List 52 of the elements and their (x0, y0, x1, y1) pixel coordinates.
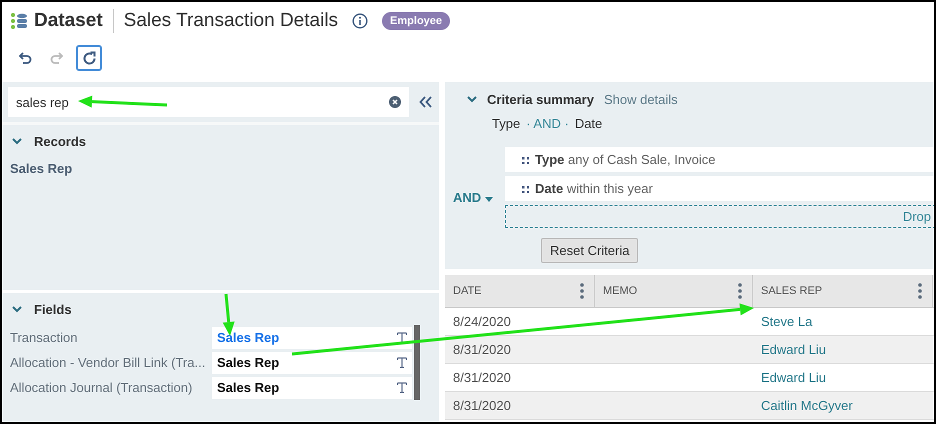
section-title: Records (34, 134, 86, 148)
operator-dropdown[interactable]: AND (453, 190, 505, 205)
sales-rep-link[interactable]: Caitlin McGyver (753, 398, 853, 413)
summary-field: Date (574, 116, 602, 131)
undo-icon (18, 51, 32, 65)
field-category: Transaction (9, 330, 78, 345)
collapse-icon[interactable] (419, 96, 433, 108)
show-details-link[interactable]: Show details (604, 92, 678, 106)
summary-operator: · AND · (526, 116, 569, 131)
criteria-title: Criteria summary (487, 92, 594, 106)
app-name: Dataset (34, 10, 103, 32)
dataset-icon (10, 12, 28, 30)
table-cell-text: 8/31/2020 (452, 398, 512, 413)
criteria-condition[interactable]: Type any of Cash Sale, Invoice (505, 147, 934, 172)
field-item[interactable]: Sales Rep (212, 352, 412, 374)
field-item[interactable]: Sales Rep (212, 376, 412, 398)
page-title: Sales Transaction Details (124, 10, 338, 32)
field-item[interactable]: Sales Rep (212, 326, 412, 348)
chevron-icon[interactable] (12, 306, 22, 313)
redo-icon (50, 51, 64, 65)
column-menu-icon[interactable] (738, 283, 742, 299)
column-menu-icon[interactable] (580, 283, 584, 299)
column-menu-icon[interactable] (918, 283, 922, 299)
table-cell-text: 8/31/2020 (452, 342, 512, 357)
criteria-condition[interactable]: Date within this year (505, 176, 934, 201)
column-header[interactable]: SALES REP (753, 275, 933, 307)
text-type-icon (397, 332, 407, 343)
sales-rep-link[interactable]: Edward Liu (753, 370, 826, 385)
summary-field: Type (492, 116, 520, 131)
field-category: Allocation Journal (Transaction) (9, 380, 194, 395)
refresh-button[interactable] (76, 45, 102, 71)
drag-handle-icon[interactable] (521, 156, 529, 164)
chevron-icon[interactable] (12, 138, 22, 145)
caret-icon (484, 197, 493, 202)
table-cell-text: 8/31/2020 (452, 370, 512, 385)
table-cell-text: 8/24/2020 (452, 314, 512, 329)
text-type-icon (397, 357, 407, 368)
refresh-icon (82, 50, 96, 66)
record-item[interactable]: Sales Rep (2, 157, 80, 180)
text-type-icon (397, 382, 407, 393)
sales-rep-link[interactable]: Edward Liu (753, 342, 826, 357)
reset-criteria-button[interactable]: Reset Criteria (541, 238, 638, 263)
role-badge: Employee (382, 12, 450, 30)
field-category: Allocation - Vendor Bill Link (Tra... (9, 355, 206, 370)
clear-icon[interactable] (389, 96, 401, 108)
sales-rep-link[interactable]: Steve La (753, 314, 812, 329)
drop-zone: Drop (505, 205, 934, 228)
drag-handle-icon[interactable] (521, 184, 529, 192)
section-title: Fields (34, 302, 72, 316)
chevron-icon[interactable] (467, 96, 477, 103)
info-icon[interactable] (352, 13, 368, 29)
column-header[interactable]: DATE (445, 275, 595, 307)
